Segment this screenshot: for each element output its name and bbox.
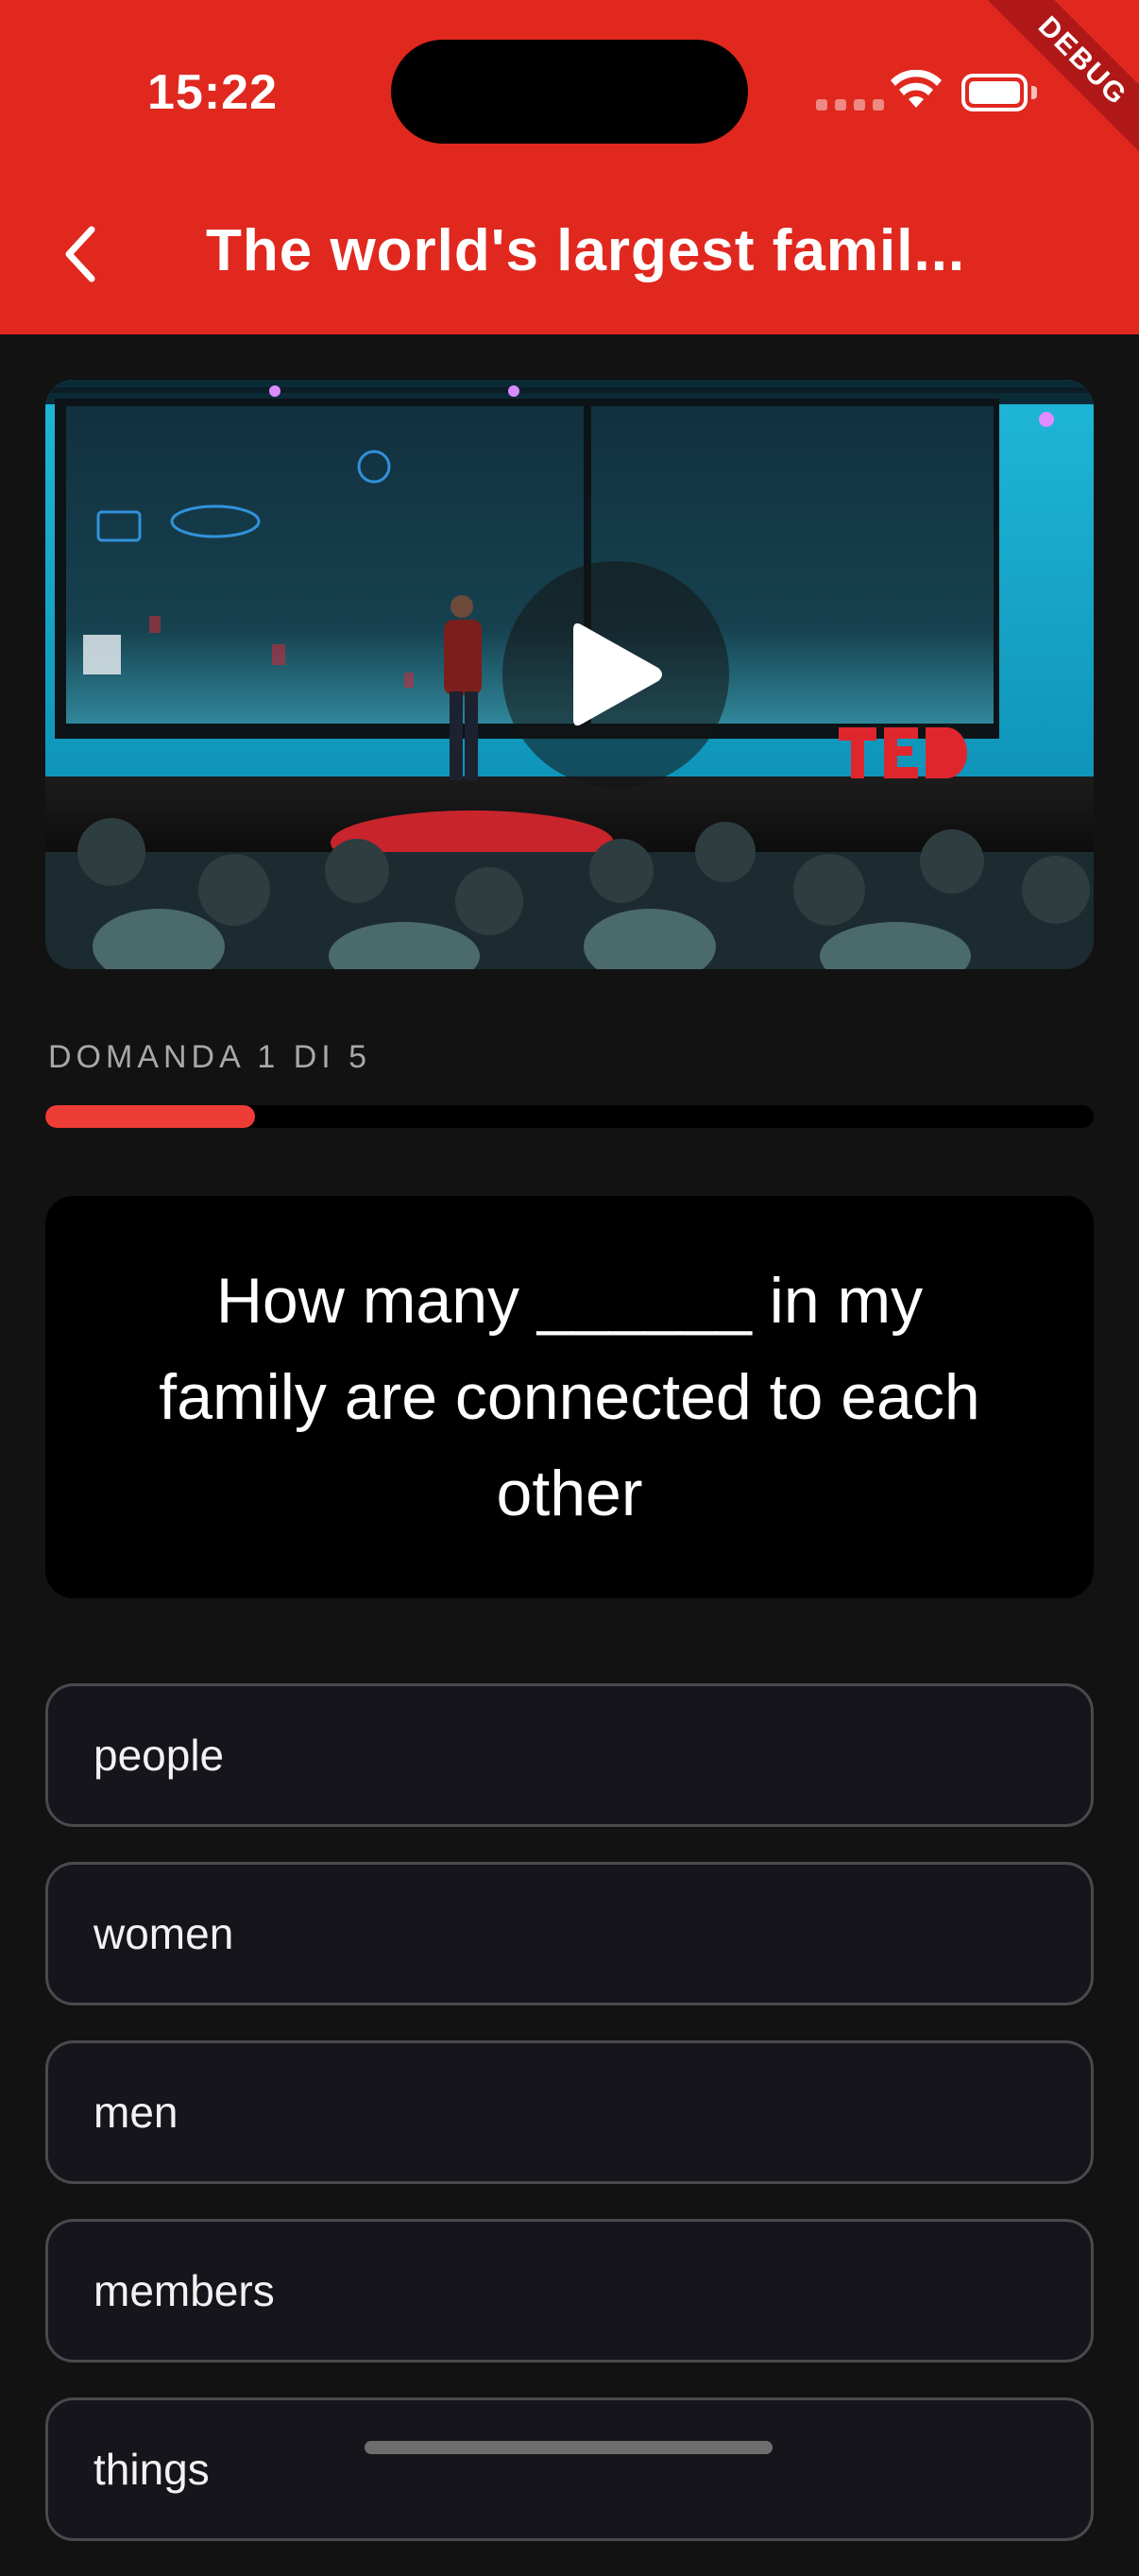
question-counter: DOMANDA 1 DI 5 — [48, 1039, 372, 1075]
answer-label: things — [94, 2445, 210, 2494]
progress-bar-fill — [45, 1105, 255, 1128]
screen-title: The world's largest famil... — [206, 218, 966, 283]
app-header: 15:22 DEBUG The world's largest famil... — [0, 0, 1139, 334]
home-indicator — [365, 2441, 773, 2454]
answer-label: members — [94, 2266, 275, 2315]
back-button[interactable] — [47, 212, 113, 297]
dynamic-island — [391, 40, 748, 144]
play-icon — [573, 623, 662, 726]
status-time: 15:22 — [147, 65, 278, 120]
debug-banner-label: DEBUG — [965, 0, 1139, 179]
answer-option[interactable]: members — [45, 2219, 1094, 2363]
answer-option[interactable]: men — [45, 2040, 1094, 2184]
answer-label: men — [94, 2088, 178, 2137]
play-button[interactable] — [502, 561, 729, 788]
answer-option[interactable]: people — [45, 1683, 1094, 1827]
debug-banner: DEBUG — [960, 0, 1139, 179]
chevron-left-icon — [65, 226, 95, 282]
progress-bar — [45, 1105, 1094, 1128]
answer-label: women — [94, 1909, 234, 1958]
question-text: How many ______ in my family are connect… — [159, 1265, 980, 1529]
cellular-signal-icon — [816, 99, 884, 111]
wifi-icon — [890, 69, 943, 116]
answer-label: people — [94, 1731, 225, 1780]
answer-option[interactable]: women — [45, 1862, 1094, 2005]
video-thumbnail[interactable] — [45, 380, 1094, 969]
answer-option[interactable]: things — [45, 2397, 1094, 2541]
question-card: How many ______ in my family are connect… — [45, 1196, 1094, 1598]
